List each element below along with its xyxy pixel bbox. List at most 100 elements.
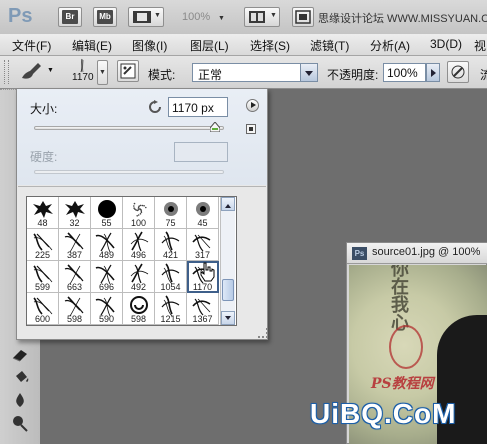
- brush-preset-45[interactable]: 45: [187, 197, 219, 229]
- menu-select[interactable]: 选择(S): [250, 37, 290, 54]
- brush-size-label: 1170: [192, 282, 213, 292]
- image-caption: PS教程网: [371, 376, 434, 392]
- blend-mode-select[interactable]: 正常: [192, 63, 318, 82]
- photoshop-logo: Ps: [8, 5, 33, 27]
- brush-picker-toggle[interactable]: ▼: [97, 60, 108, 85]
- brush-preset-492[interactable]: 492: [123, 261, 155, 293]
- brush-list-scrollbar[interactable]: [220, 197, 235, 325]
- brush-preset-598[interactable]: 598: [59, 293, 91, 325]
- brush-size-label: 590: [98, 314, 115, 324]
- brush-preset-48[interactable]: 48: [27, 197, 59, 229]
- uibq-watermark: UiBQ.CoM: [310, 398, 457, 429]
- brush-size-label: 492: [130, 282, 147, 292]
- reset-size-icon[interactable]: [148, 100, 162, 114]
- scroll-up-button[interactable]: [221, 197, 235, 211]
- blur-tool-icon[interactable]: [10, 391, 32, 409]
- mini-bridge-button[interactable]: Mb: [93, 7, 117, 27]
- menu-edit[interactable]: 编辑(E): [72, 37, 112, 54]
- paint-bucket-tool-icon[interactable]: [10, 368, 32, 386]
- opacity-slider-toggle[interactable]: [426, 63, 440, 82]
- brush-size-preview: 1170: [72, 72, 94, 83]
- flow-label: 流: [480, 68, 487, 82]
- brush-size-label: 1054: [160, 282, 181, 292]
- brush-panel-icon: [120, 63, 136, 79]
- menu-analysis[interactable]: 分析(A): [370, 37, 410, 54]
- resize-grip[interactable]: [258, 328, 268, 338]
- dodge-tool-icon[interactable]: [10, 414, 32, 432]
- brush-preset-663[interactable]: 663: [59, 261, 91, 293]
- red-seal: [389, 325, 423, 369]
- scrollbar-thumb[interactable]: [222, 279, 234, 301]
- brush-preset-100[interactable]: 100: [123, 197, 155, 229]
- chevron-down-icon[interactable]: [300, 64, 317, 81]
- brush-preview-icon: [80, 58, 84, 73]
- bridge-button[interactable]: Br: [58, 7, 82, 27]
- zoom-level[interactable]: 100%: [182, 11, 210, 23]
- hardness-input-disabled: [174, 142, 228, 162]
- size-slider[interactable]: [34, 126, 224, 130]
- brush-preset-55[interactable]: 55: [91, 197, 123, 229]
- brush-preset-590[interactable]: 590: [91, 293, 123, 325]
- panel-menu-button[interactable]: [246, 99, 259, 112]
- menu-3d[interactable]: 3D(D): [430, 37, 462, 51]
- arrange-icon: [249, 11, 265, 23]
- size-slider-thumb[interactable]: [209, 122, 220, 132]
- opacity-input[interactable]: 100%: [383, 63, 426, 82]
- arrange-documents-button[interactable]: ▼: [244, 7, 280, 27]
- eraser-tool-icon[interactable]: [10, 345, 32, 363]
- menu-image[interactable]: 图像(I): [132, 37, 167, 54]
- brush-preset-599[interactable]: 599: [27, 261, 59, 293]
- brush-panel-toggle-button[interactable]: [117, 60, 139, 82]
- brush-preset-317[interactable]: 317: [187, 229, 219, 261]
- menu-view[interactable]: 视: [474, 37, 486, 54]
- brush-preset-1367[interactable]: 1367: [187, 293, 219, 325]
- screen-mode-button[interactable]: [292, 7, 314, 27]
- brush-size-label: 55: [101, 218, 112, 228]
- menu-file[interactable]: 文件(F): [12, 37, 51, 54]
- brush-size-label: 387: [66, 250, 83, 260]
- brush-size-label: 663: [66, 282, 83, 292]
- brush-preset-600[interactable]: 600: [27, 293, 59, 325]
- size-input[interactable]: 1170 px: [168, 97, 228, 117]
- hardness-label: 硬度:: [30, 150, 58, 164]
- brush-preset-489[interactable]: 489: [91, 229, 123, 261]
- brush-preset-421[interactable]: 421: [155, 229, 187, 261]
- options-grip[interactable]: [4, 60, 9, 84]
- bridge-icon: Br: [62, 10, 78, 24]
- brush-preset-32[interactable]: 32: [59, 197, 91, 229]
- brush-preset-225[interactable]: 225: [27, 229, 59, 261]
- pressure-opacity-button[interactable]: [447, 61, 469, 83]
- document-title: source01.jpg @ 100%: [372, 246, 481, 258]
- brush-preset-1215[interactable]: 1215: [155, 293, 187, 325]
- blend-mode-value: 正常: [198, 68, 223, 82]
- view-extras-button[interactable]: ▼: [128, 7, 164, 27]
- calligraphy-text: 你在我心: [388, 265, 409, 331]
- panel-divider: [18, 186, 266, 187]
- new-preset-icon[interactable]: [246, 124, 256, 134]
- hardness-slider-disabled: [34, 170, 224, 174]
- brush-size-label: 421: [162, 250, 179, 260]
- brush-preset-75[interactable]: 75: [155, 197, 187, 229]
- brush-preset-696[interactable]: 696: [91, 261, 123, 293]
- brush-preset-387[interactable]: 387: [59, 229, 91, 261]
- brush-tool-preset-icon[interactable]: [18, 60, 44, 82]
- scroll-down-button[interactable]: [221, 311, 235, 325]
- hand-cursor-icon: [200, 262, 215, 282]
- brush-size-label: 599: [34, 282, 51, 292]
- brush-preset-496[interactable]: 496: [123, 229, 155, 261]
- mini-bridge-icon: Mb: [97, 10, 113, 24]
- brush-preset-598[interactable]: 598: [123, 293, 155, 325]
- film-icon: [133, 11, 151, 23]
- preset-chevron-icon[interactable]: ▼: [47, 67, 54, 74]
- brush-size-label: 496: [130, 250, 147, 260]
- zoom-chevron-icon[interactable]: ▼: [218, 15, 225, 22]
- brush-size-label: 48: [37, 218, 48, 228]
- menu-filter[interactable]: 滤镜(T): [310, 37, 349, 54]
- brush-size-label: 598: [130, 314, 147, 324]
- play-arrow-icon: [251, 102, 259, 108]
- menu-layer[interactable]: 图层(L): [190, 37, 229, 54]
- new-preset-glyph: [249, 127, 253, 131]
- brush-size-label: 696: [98, 282, 115, 292]
- brush-preset-1054[interactable]: 1054: [155, 261, 187, 293]
- chevron-down-icon: ▼: [270, 12, 277, 19]
